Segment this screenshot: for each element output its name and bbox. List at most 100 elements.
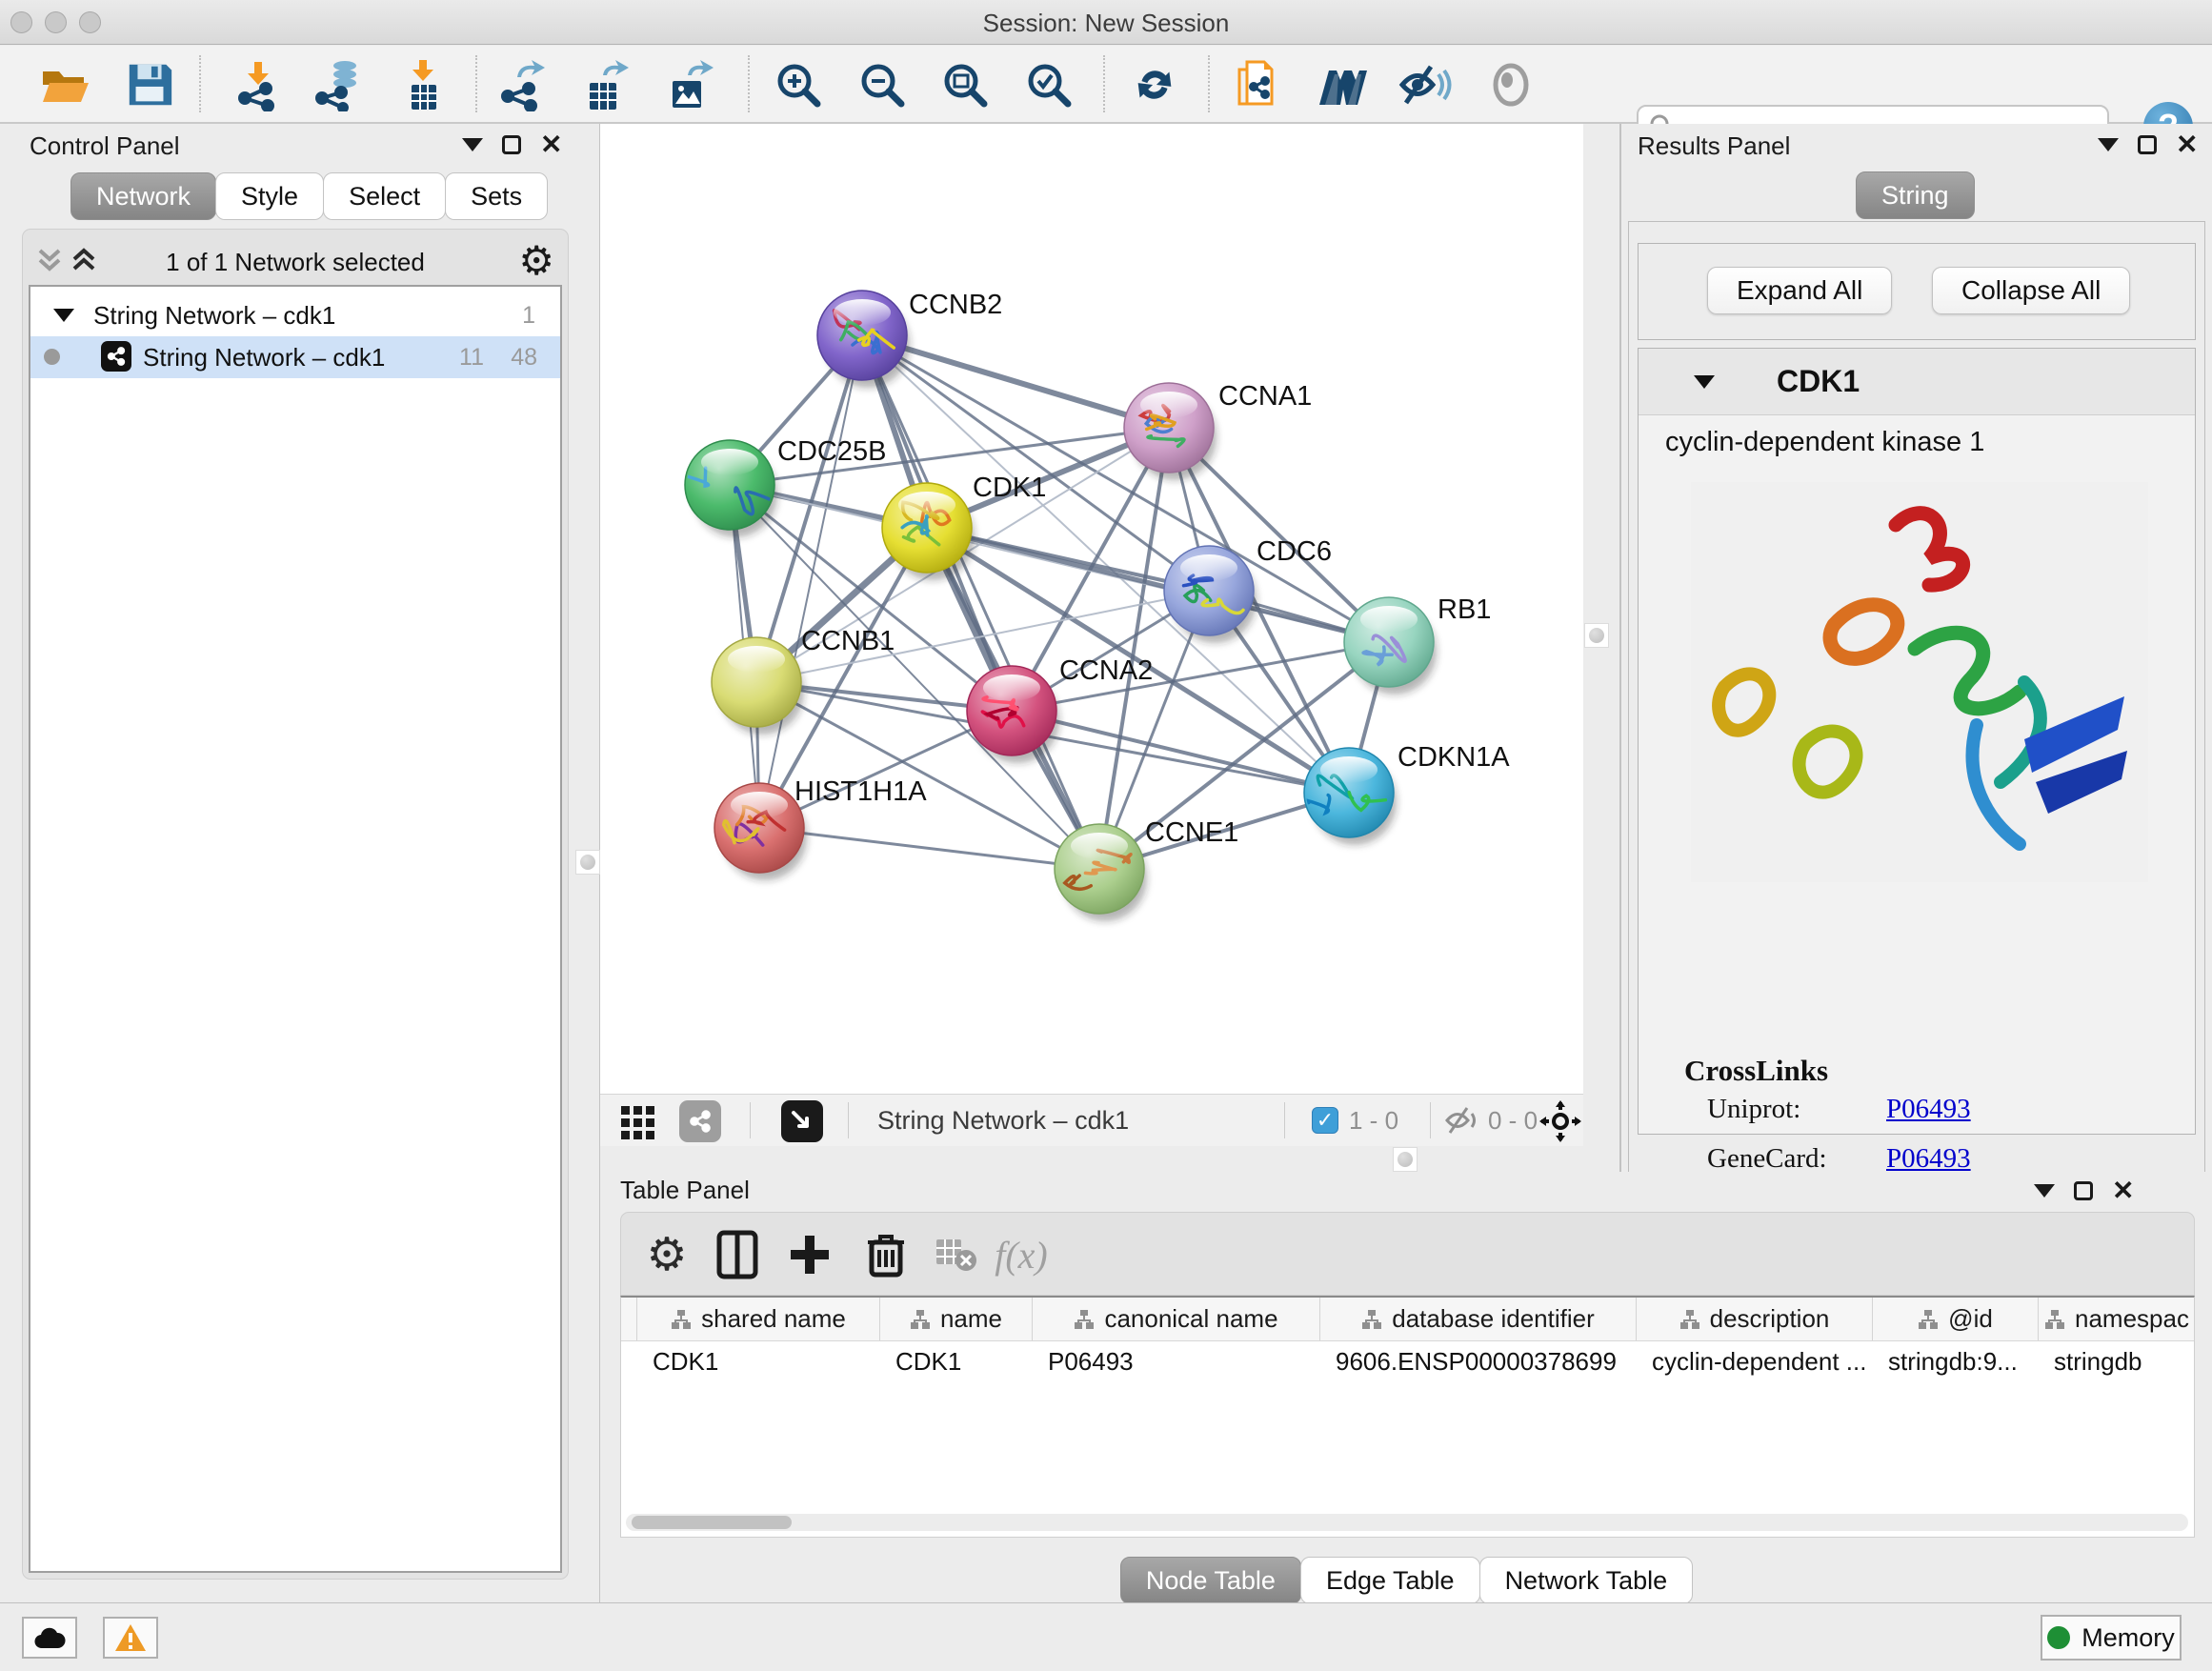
- show-columns-icon[interactable]: [709, 1226, 766, 1283]
- horizontal-scrollbar[interactable]: [626, 1514, 2188, 1531]
- table-cell[interactable]: P06493: [1033, 1341, 1320, 1381]
- table-cell[interactable]: CDK1: [880, 1341, 1033, 1381]
- import-network-database-button[interactable]: [307, 54, 368, 115]
- cloud-button[interactable]: [22, 1617, 77, 1659]
- delete-column-trash-icon[interactable]: [857, 1226, 915, 1283]
- table-cell[interactable]: cyclin-dependent ...: [1637, 1341, 1873, 1381]
- function-builder-icon[interactable]: f(x): [993, 1226, 1050, 1283]
- column-header-canonical-name[interactable]: canonical name: [1033, 1298, 1320, 1340]
- clone-network-button[interactable]: [1228, 54, 1289, 115]
- right-splitter-handle[interactable]: [1584, 623, 1609, 648]
- add-column-icon[interactable]: [781, 1226, 838, 1283]
- panel-close-icon[interactable]: ✕: [2112, 1181, 2134, 1200]
- delete-table-icon[interactable]: [928, 1226, 985, 1283]
- tab-node-table[interactable]: Node Table: [1120, 1557, 1301, 1604]
- panel-menu-icon[interactable]: [462, 138, 483, 151]
- tab-style[interactable]: Style: [215, 172, 324, 220]
- collection-expander-icon[interactable]: [53, 309, 74, 322]
- control-panel-buttons: ✕: [462, 135, 562, 154]
- table-options-gear-icon[interactable]: ⚙: [638, 1226, 695, 1283]
- refresh-icon: [1129, 59, 1180, 111]
- crosslink-link[interactable]: P06493: [1886, 1094, 1971, 1125]
- network-share-view-icon[interactable]: [679, 1100, 721, 1142]
- control-panel-tabs: NetworkStyleSelectSets: [70, 172, 547, 220]
- network-view-toolbar: String Network – cdk1 ✓ 1 - 0 0 - 0: [600, 1094, 1583, 1146]
- svg-text:CDK1: CDK1: [973, 473, 1046, 503]
- table-row[interactable]: CDK1CDK1P064939606.ENSP00000378699cyclin…: [621, 1341, 2194, 1381]
- table-cell[interactable]: 9606.ENSP00000378699: [1320, 1341, 1637, 1381]
- zoom-fit-button[interactable]: [935, 54, 995, 115]
- zoom-in-button[interactable]: [768, 54, 829, 115]
- table-tabs: Node TableEdge TableNetwork Table: [600, 1557, 2212, 1604]
- entry-expander-icon[interactable]: [1694, 375, 1715, 389]
- horizontal-splitter-handle[interactable]: [1393, 1147, 1418, 1172]
- hidden-counts: 0 - 0: [1488, 1106, 1538, 1136]
- open-session-button[interactable]: [34, 54, 95, 115]
- column-header-shared-name[interactable]: shared name: [637, 1298, 880, 1340]
- tab-network-table[interactable]: Network Table: [1479, 1557, 1694, 1604]
- column-header-name[interactable]: name: [880, 1298, 1033, 1340]
- birdseye-view-icon[interactable]: [781, 1100, 823, 1142]
- tab-edge-table[interactable]: Edge Table: [1300, 1557, 1480, 1604]
- status-bar: Memory: [0, 1602, 2212, 1671]
- entry-header[interactable]: CDK1: [1639, 349, 2195, 415]
- svg-text:CCNA1: CCNA1: [1218, 381, 1312, 412]
- column-header-description[interactable]: description: [1637, 1298, 1873, 1340]
- namespace-icon: [2044, 1309, 2065, 1330]
- pan-crosshair-icon[interactable]: [1539, 1100, 1581, 1142]
- table-cell[interactable]: stringdb:9...: [1873, 1341, 2039, 1381]
- import-table-file-button[interactable]: [392, 54, 453, 115]
- column-header-namespac[interactable]: namespac: [2039, 1298, 2195, 1340]
- column-header-database-identifier[interactable]: database identifier: [1320, 1298, 1637, 1340]
- panel-close-icon[interactable]: ✕: [540, 135, 562, 154]
- network-row-selected[interactable]: String Network – cdk1 11 48: [30, 336, 560, 378]
- export-table-button[interactable]: [576, 54, 637, 115]
- show-hide-button[interactable]: [1396, 54, 1457, 115]
- save-session-button[interactable]: [119, 54, 180, 115]
- export-network-button[interactable]: [493, 54, 553, 115]
- selected-checkbox-icon[interactable]: ✓: [1312, 1107, 1338, 1134]
- network-node-count: 11: [459, 344, 484, 372]
- table-cell[interactable]: stringdb: [2039, 1341, 2195, 1381]
- expand-all-button[interactable]: Expand All: [1707, 267, 1892, 314]
- results-panel-tabs: String: [1856, 171, 1974, 219]
- collapse-all-button[interactable]: Collapse All: [1932, 267, 2130, 314]
- zoom-out-button[interactable]: [852, 54, 913, 115]
- hidden-eye-icon[interactable]: [1444, 1104, 1480, 1137]
- table-cell[interactable]: CDK1: [637, 1341, 880, 1381]
- export-image-button[interactable]: [659, 54, 720, 115]
- network-tree: String Network – cdk1 1 String Network –…: [29, 285, 562, 1573]
- tab-network[interactable]: Network: [70, 172, 216, 220]
- warning-button[interactable]: [103, 1617, 158, 1659]
- panel-float-icon[interactable]: [502, 135, 521, 154]
- row-handle: [621, 1341, 637, 1381]
- import-network-file-button[interactable]: [228, 54, 289, 115]
- left-splitter-handle[interactable]: [575, 850, 600, 875]
- export-network-icon: [496, 58, 550, 111]
- tab-string[interactable]: String: [1856, 171, 1975, 219]
- network-collection-row[interactable]: String Network – cdk1 1: [30, 294, 560, 336]
- panel-close-icon[interactable]: ✕: [2176, 135, 2198, 154]
- network-label: String Network – cdk1: [143, 343, 385, 372]
- tab-select[interactable]: Select: [323, 172, 446, 220]
- network-canvas[interactable]: CCNB2CCNA1CDC25BCDK1CDC6RB1CCNB1CCNA2CDK…: [600, 124, 1583, 1094]
- crosslink-link[interactable]: P06493: [1886, 1143, 1971, 1175]
- memory-button[interactable]: Memory: [2041, 1615, 2182, 1661]
- panel-menu-icon[interactable]: [2098, 138, 2119, 151]
- panel-float-icon[interactable]: [2138, 135, 2157, 154]
- panel-float-icon[interactable]: [2074, 1181, 2093, 1200]
- scrollbar-thumb[interactable]: [632, 1516, 792, 1529]
- grid-view-icon[interactable]: [619, 1102, 657, 1140]
- refresh-layout-button[interactable]: [1124, 54, 1185, 115]
- panel-menu-icon[interactable]: [2034, 1184, 2055, 1198]
- search-windows-button[interactable]: [1313, 54, 1374, 115]
- import-network-icon: [231, 58, 285, 111]
- network-list-options-gear-icon[interactable]: ⚙: [518, 237, 554, 284]
- zoom-out-icon: [855, 58, 909, 111]
- tab-sets[interactable]: Sets: [445, 172, 548, 220]
- zoom-selected-button[interactable]: [1018, 54, 1079, 115]
- column-header--id[interactable]: @id: [1873, 1298, 2039, 1340]
- svg-text:HIST1H1A: HIST1H1A: [794, 776, 927, 807]
- eye-disabled-button[interactable]: [1480, 54, 1541, 115]
- open-folder-icon: [38, 58, 91, 111]
